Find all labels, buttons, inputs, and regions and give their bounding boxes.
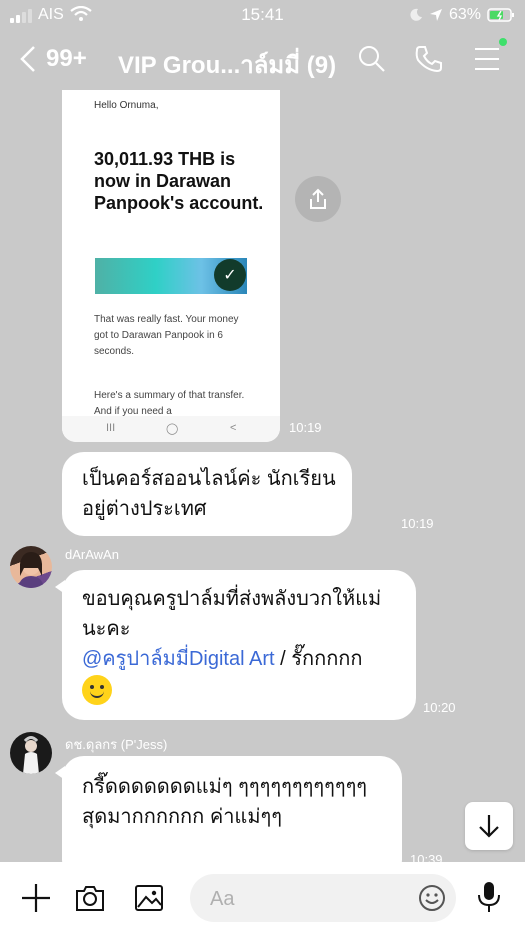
location-icon bbox=[429, 9, 442, 21]
image-nav-recent: III bbox=[106, 422, 116, 434]
avatar-image bbox=[23, 736, 39, 774]
status-bar: AIS 15:41 63% bbox=[0, 0, 525, 30]
image-message[interactable]: Hello Ornuma, 30,011.93 THB is now in Da… bbox=[62, 90, 280, 442]
plus-icon[interactable] bbox=[20, 882, 52, 914]
scroll-to-bottom-button[interactable] bbox=[465, 802, 513, 850]
image-gallery-icon[interactable] bbox=[133, 882, 165, 914]
message-text-end: / รั๊กกกกก bbox=[274, 648, 363, 670]
composer-bar bbox=[0, 862, 525, 934]
avatar-image bbox=[18, 552, 44, 588]
message-text: เป็นคอร์สออนไลน์ค่ะ นักเรียนอยู่ต่างประเ… bbox=[82, 468, 336, 520]
message-text: ขอบคุณครูปาล์มที่ส่งพลังบวกให้แม่นะคะ bbox=[82, 588, 382, 640]
image-fast-text: That was really fast. Your money got to … bbox=[94, 314, 239, 357]
battery-percent: 63% bbox=[448, 6, 481, 23]
battery-icon bbox=[487, 8, 514, 22]
smile-emoji-icon bbox=[82, 674, 112, 705]
message-time: 10:19 bbox=[289, 420, 322, 435]
microphone-icon[interactable] bbox=[476, 880, 502, 914]
emoji-icon[interactable] bbox=[418, 884, 446, 912]
share-button[interactable] bbox=[295, 176, 341, 222]
message-bubble[interactable]: เป็นคอร์สออนไลน์ค่ะ นักเรียนอยู่ต่างประเ… bbox=[62, 452, 352, 536]
arrow-down-icon bbox=[479, 815, 499, 838]
unread-count[interactable]: 99+ bbox=[46, 45, 87, 73]
moon-icon bbox=[410, 8, 422, 21]
message-text: กรี๊ดดดดดดดแม่ๆ ๆๆๆๆๆๆๆๆๆๆๆๆ สุดมากกกกกก… bbox=[82, 776, 368, 828]
message-time: 10:19 bbox=[401, 516, 434, 531]
check-icon: ✓ bbox=[214, 259, 246, 291]
mention-link[interactable]: @ครูปาล์มมี่Digital Art bbox=[82, 648, 275, 670]
image-nav-back: < bbox=[230, 422, 237, 434]
menu-icon[interactable] bbox=[473, 44, 501, 74]
online-dot bbox=[499, 38, 507, 46]
battery-area: 63% bbox=[409, 6, 515, 24]
search-icon[interactable] bbox=[357, 44, 387, 74]
image-amount-text: 30,011.93 THB is now in Darawan Panpook'… bbox=[94, 149, 264, 213]
message-bubble[interactable]: ขอบคุณครูปาล์มที่ส่งพลังบวกให้แม่นะคะ @ค… bbox=[55, 570, 416, 720]
sender-name: ดช.ดุลกร (P'Jess) bbox=[65, 737, 168, 752]
image-nav-bar: III ◯ < bbox=[62, 416, 280, 442]
message-time: 10:20 bbox=[423, 700, 456, 715]
message-input-box[interactable] bbox=[190, 874, 456, 922]
sender-name: dArAwAn bbox=[65, 547, 119, 562]
back-icon[interactable] bbox=[18, 44, 38, 74]
camera-icon[interactable] bbox=[74, 882, 106, 914]
avatar[interactable] bbox=[10, 546, 52, 588]
share-icon bbox=[310, 188, 326, 209]
phone-icon[interactable] bbox=[414, 44, 444, 74]
avatar[interactable] bbox=[10, 732, 52, 774]
image-greeting: Hello Ornuma, bbox=[94, 100, 159, 111]
message-input[interactable] bbox=[208, 886, 402, 912]
image-nav-home: ◯ bbox=[166, 423, 179, 435]
chat-header: 99+ VIP Grou...าล์มมี่ (9) bbox=[0, 30, 525, 90]
chat-title[interactable]: VIP Grou...าล์มมี่ (9) bbox=[118, 45, 336, 84]
